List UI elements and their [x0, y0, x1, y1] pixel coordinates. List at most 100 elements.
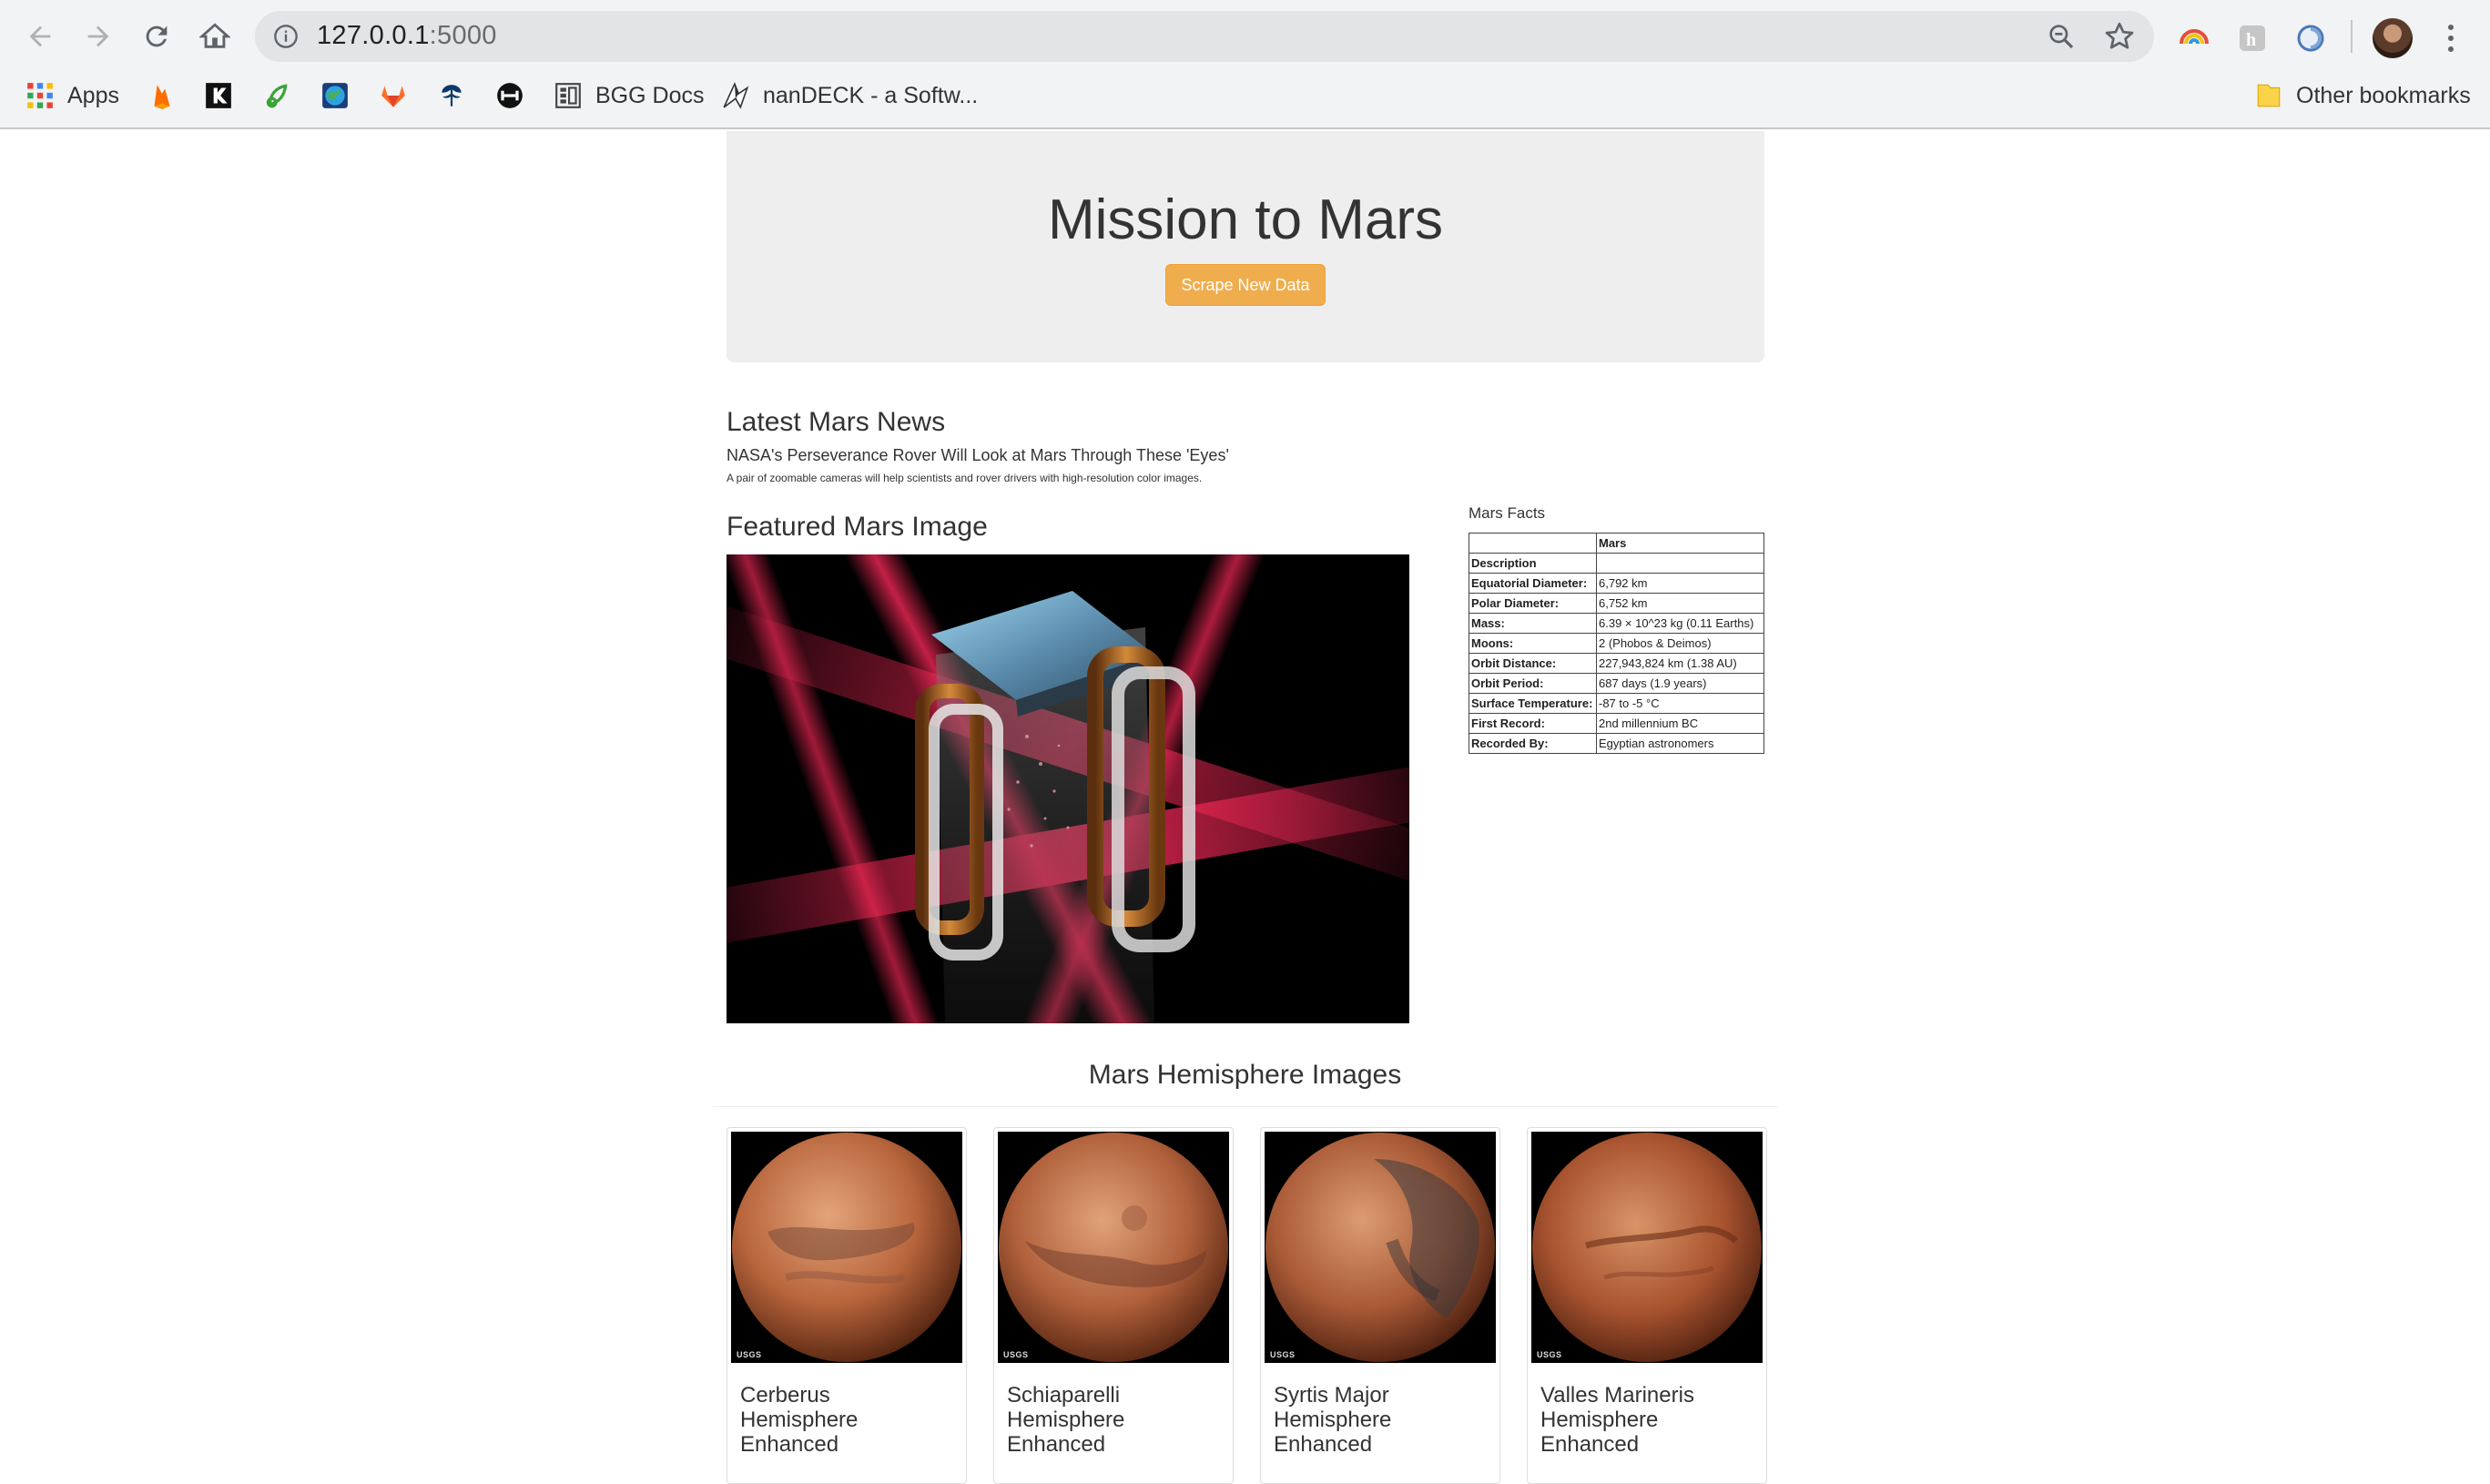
- globe-icon: [322, 83, 348, 108]
- facts-header-row: Mars: [1469, 533, 1764, 554]
- mars-facts-table: Mars Description Equatorial Diameter: 6,7…: [1469, 533, 1764, 754]
- fact-key: Moons:: [1469, 633, 1597, 654]
- facts-index-row: Description: [1469, 553, 1764, 574]
- browser-toolbar: 127.0.0.1:5000 h: [0, 7, 2490, 66]
- back-button[interactable]: [20, 16, 60, 56]
- fact-key: Recorded By:: [1469, 733, 1597, 754]
- fact-value: 6.39 × 10^23 kg (0.11 Earths): [1596, 613, 1764, 634]
- fact-key: Mass:: [1469, 613, 1597, 634]
- featured-image: [727, 554, 1409, 1023]
- mars-globe-icon: [1532, 1133, 1762, 1362]
- apps-grid-icon: [27, 83, 53, 108]
- fact-value: 2 (Phobos & Deimos): [1596, 633, 1764, 654]
- svg-text:h: h: [2246, 30, 2256, 50]
- more-vert-icon[interactable]: [2440, 20, 2462, 56]
- address-bar[interactable]: 127.0.0.1:5000: [255, 11, 2154, 62]
- table-row: First Record: 2nd millennium BC: [1469, 713, 1764, 734]
- toolbar-separator: [2351, 20, 2353, 53]
- hemisphere-card-schiaparelli[interactable]: USGS Schiaparelli Hemisphere Enhanced: [993, 1127, 1234, 1484]
- bookmark-nandeck-label: nanDECK - a Softw...: [763, 82, 979, 108]
- bookmark-apps[interactable]: Apps: [25, 78, 119, 113]
- facts-index-blank: [1596, 553, 1764, 574]
- bookmark-tree[interactable]: [437, 78, 479, 113]
- home-button[interactable]: [195, 16, 235, 56]
- bookmark-bgg-docs-label: BGG Docs: [595, 82, 705, 108]
- ring-extension-icon[interactable]: [2294, 22, 2327, 55]
- hemisphere-card-syrtis-major[interactable]: USGS Syrtis Major Hemisphere Enhanced: [1260, 1127, 1500, 1484]
- folder-icon: [2257, 84, 2281, 107]
- fact-key: Surface Temperature:: [1469, 693, 1597, 714]
- bookmarks-bar: Apps BGG Docs nanDECK - a Softw... Other…: [0, 75, 2490, 117]
- reload-icon: [146, 25, 168, 47]
- news-heading: Latest Mars News: [727, 407, 946, 437]
- usgs-watermark: USGS: [1270, 1350, 1296, 1359]
- url-host: 127.0.0.1: [317, 21, 430, 50]
- table-row: Surface Temperature: -87 to -5 °C: [1469, 693, 1764, 714]
- nandeck-icon: [723, 82, 749, 109]
- zoom-icon[interactable]: [2047, 22, 2076, 51]
- bookmark-bgg-docs[interactable]: BGG Docs: [554, 78, 704, 113]
- hemisphere-title: Valles Marineris Hemisphere Enhanced: [1540, 1383, 1694, 1457]
- gitlab-icon: [381, 86, 405, 107]
- bookmark-kickstarter[interactable]: [204, 78, 246, 113]
- table-row: Mass: 6.39 × 10^23 kg (0.11 Earths): [1469, 613, 1764, 634]
- bookmark-firebase[interactable]: [147, 78, 189, 113]
- fact-value: 2nd millennium BC: [1596, 713, 1764, 734]
- jumbotron: Mission to Mars Scrape New Data: [727, 131, 1764, 362]
- hemisphere-card-cerberus[interactable]: USGS Cerberus Hemisphere Enhanced: [727, 1127, 967, 1484]
- bookmark-nandeck[interactable]: nanDECK - a Softw...: [721, 78, 978, 113]
- page-content: Mission to Mars Scrape New Data Latest M…: [0, 131, 2490, 1484]
- forward-button[interactable]: [78, 16, 118, 56]
- fact-value: 687 days (1.9 years): [1596, 673, 1764, 694]
- news-paragraph: A pair of zoomable cameras will help sci…: [727, 472, 1203, 484]
- table-row: Equatorial Diameter: 6,792 km: [1469, 573, 1764, 594]
- hemisphere-image-syrtis-major[interactable]: USGS: [1265, 1132, 1496, 1363]
- kickstarter-icon: [206, 83, 231, 108]
- bookmark-globe[interactable]: [320, 78, 362, 113]
- news-title: NASA's Perseverance Rover Will Look at M…: [727, 446, 1229, 464]
- fact-key: Orbit Period:: [1469, 673, 1597, 694]
- fact-key: Polar Diameter:: [1469, 593, 1597, 614]
- bookmark-star-icon[interactable]: [2103, 20, 2136, 53]
- fact-value: Egyptian astronomers: [1596, 733, 1764, 754]
- fact-value: 227,943,824 km (1.38 AU): [1596, 653, 1764, 674]
- table-row: Moons: 2 (Phobos & Deimos): [1469, 633, 1764, 654]
- bookmark-leaf[interactable]: [262, 78, 304, 113]
- url-port: :5000: [429, 21, 497, 50]
- facts-column-header: Mars: [1596, 533, 1764, 554]
- bookmark-gitlab[interactable]: [379, 78, 421, 113]
- rainbow-extension-icon[interactable]: [2178, 22, 2211, 55]
- scrape-new-data-button[interactable]: Scrape New Data: [1165, 264, 1326, 306]
- h-extension-icon[interactable]: h: [2236, 22, 2269, 55]
- fact-value: -87 to -5 °C: [1596, 693, 1764, 714]
- usgs-watermark: USGS: [1537, 1350, 1562, 1359]
- reload-button[interactable]: [137, 16, 177, 56]
- hemisphere-card-valles-marineris[interactable]: USGS Valles Marineris Hemisphere Enhance…: [1527, 1127, 1767, 1484]
- hemisphere-image-cerberus[interactable]: USGS: [731, 1132, 962, 1363]
- firebase-icon: [154, 85, 170, 109]
- page-title: Mission to Mars: [1047, 188, 1444, 251]
- info-icon[interactable]: [273, 24, 299, 49]
- hemisphere-image-schiaparelli[interactable]: USGS: [998, 1132, 1229, 1363]
- table-row: Recorded By: Egyptian astronomers: [1469, 733, 1764, 754]
- featured-image-art: [727, 554, 1409, 1023]
- hemisphere-image-valles-marineris[interactable]: USGS: [1531, 1132, 1763, 1363]
- mars-globe-icon: [1265, 1133, 1495, 1362]
- facts-blank-header: [1469, 533, 1597, 554]
- bookmark-dumbbell[interactable]: [495, 78, 537, 113]
- hemispheres-divider: [713, 1106, 1778, 1107]
- url-text[interactable]: 127.0.0.1:5000: [317, 21, 497, 51]
- fact-value: 6,752 km: [1596, 593, 1764, 614]
- fact-key: First Record:: [1469, 713, 1597, 734]
- table-row: Polar Diameter: 6,752 km: [1469, 593, 1764, 614]
- fact-key: Orbit Distance:: [1469, 653, 1597, 674]
- table-row: Orbit Period: 687 days (1.9 years): [1469, 673, 1764, 694]
- profile-avatar[interactable]: [2373, 18, 2413, 58]
- mars-globe-icon: [732, 1133, 961, 1362]
- featured-image-heading: Featured Mars Image: [727, 512, 988, 542]
- mars-globe-icon: [999, 1133, 1228, 1362]
- other-bookmarks[interactable]: Other bookmarks: [2254, 78, 2471, 113]
- tree-icon: [442, 85, 462, 107]
- fact-value: 6,792 km: [1596, 573, 1764, 594]
- bookmark-apps-label: Apps: [67, 82, 119, 108]
